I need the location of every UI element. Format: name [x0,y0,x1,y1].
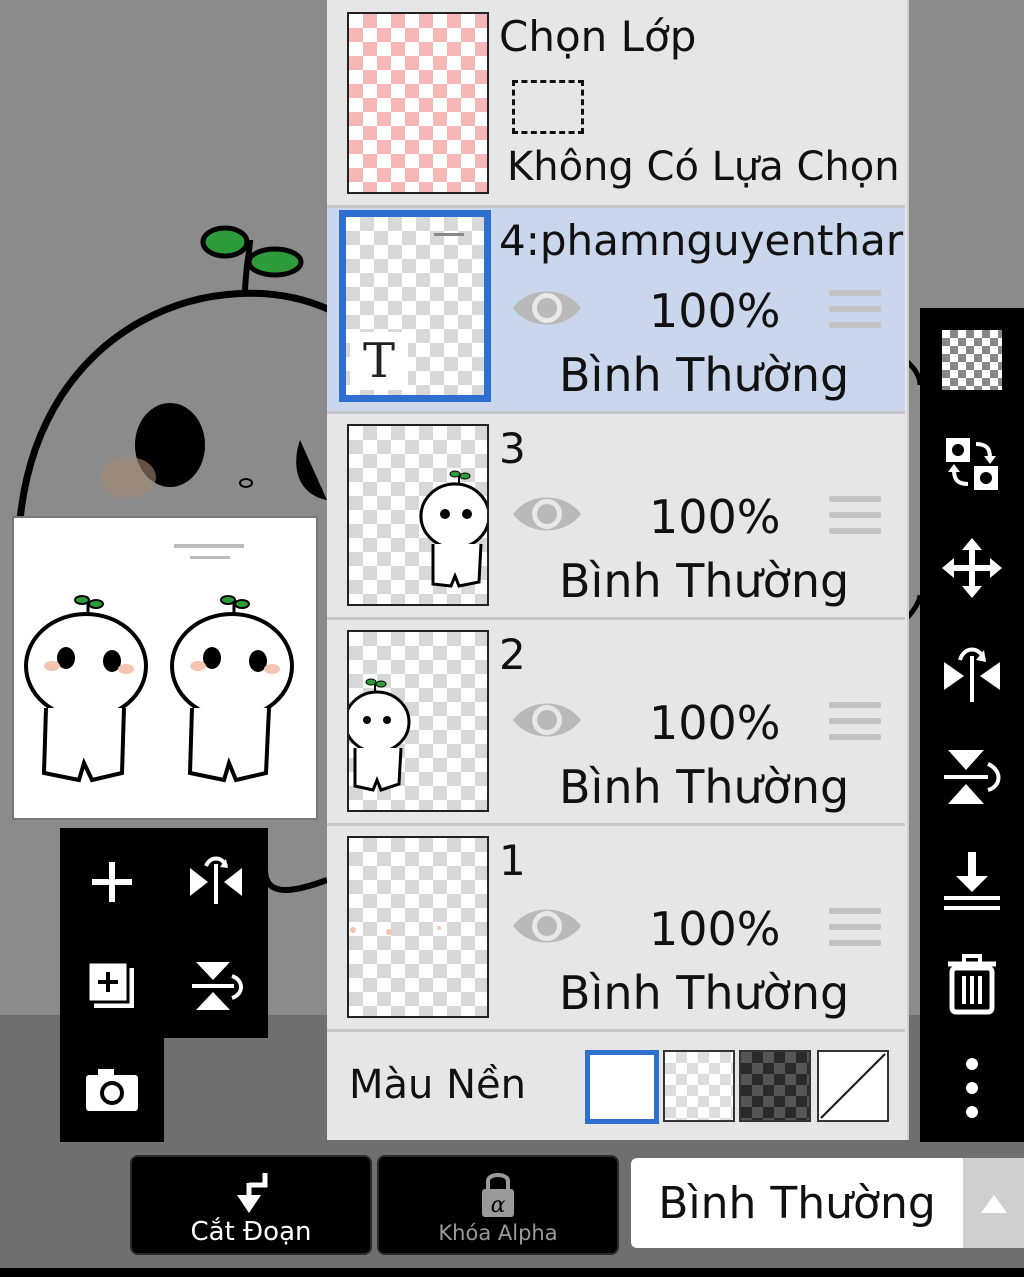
thumbnail-artwork [350,926,441,935]
move-icon [942,538,1002,598]
delete-layer-button[interactable] [934,946,1010,1022]
add-layer-button[interactable] [60,830,164,934]
bg-none-option[interactable] [817,1050,889,1122]
swap-layers-button[interactable] [934,426,1010,502]
visibility-eye-icon[interactable] [511,902,583,950]
canvas-preview [12,516,318,820]
layer-row[interactable]: 1 100% Bình Thường [327,826,905,1032]
text-layer-badge: T [350,332,408,390]
merge-down-button[interactable] [934,842,1010,918]
layer-name: 3 [499,424,526,473]
thumbnail-text-mark [434,233,464,236]
layer-tools-popup-lower [60,1038,164,1142]
layer-toolbar [920,308,1024,1142]
drag-handle-icon[interactable] [829,290,881,330]
flip-horizontal-icon [944,647,1000,702]
swap-layers-icon [946,438,998,490]
layer-blend-mode[interactable]: Bình Thường [559,760,849,814]
layer-opacity[interactable]: 100% [649,696,781,750]
transparency-button[interactable] [934,322,1010,398]
transparency-icon [942,330,1002,390]
thumbnail-artwork [343,678,411,792]
layer-row[interactable]: 3 100% Bình Thường [327,414,905,620]
no-background-icon [820,1053,886,1119]
selection-marquee-icon [512,80,584,134]
chevron-up-icon [980,1195,1007,1213]
add-layer-copy-icon [86,960,134,1008]
preview-artwork [24,544,294,783]
selection-layer-thumbnail [347,12,489,194]
layer-blend-mode[interactable]: Bình Thường [559,348,849,402]
layer-thumbnail: T [339,210,491,402]
drag-handle-icon[interactable] [829,908,881,948]
drag-handle-icon[interactable] [829,496,881,536]
layer-tools-popup [60,828,268,1038]
layer-name: 1 [499,836,526,885]
blend-mode-dropdown-button[interactable] [963,1158,1024,1248]
layer-panel: Chọn Lớp Không Có Lựa Chọn T 4:phamnguye… [327,0,909,1140]
visibility-eye-icon[interactable] [511,490,583,538]
clipping-label: Cắt Đoạn [190,1217,312,1247]
bg-transparent-option[interactable] [663,1050,735,1122]
alpha-lock-button[interactable]: α Khóa Alpha [377,1155,619,1255]
lock-icon: α [482,1173,514,1218]
layer-name: 4:phamnguyenthar [499,216,904,265]
layer-thumbnail [343,630,489,812]
clipping-button[interactable]: Cắt Đoạn [130,1155,372,1255]
blend-mode-select[interactable]: Bình Thường [631,1158,963,1248]
flip-vertical-button[interactable] [164,934,268,1038]
move-button[interactable] [934,530,1010,606]
clip-arrow-icon [237,1173,268,1213]
bg-white-option[interactable] [585,1050,659,1124]
camera-icon [86,1069,138,1111]
more-options-button[interactable] [934,1050,1010,1126]
bg-dark-checker-option[interactable] [739,1050,811,1122]
flip-vertical-button[interactable] [934,738,1010,814]
flip-horizontal-icon [190,856,242,904]
selection-layer-title: Chọn Lớp [499,12,697,61]
alpha-symbol: α [491,1193,506,1218]
merge-down-icon [944,852,1000,910]
thumbnail-artwork [419,470,491,588]
layer-row[interactable]: T 4:phamnguyenthar 100% Bình Thường [327,208,905,414]
layer-blend-mode[interactable]: Bình Thường [559,554,849,608]
selection-layer-row[interactable]: Chọn Lớp Không Có Lựa Chọn [327,0,905,208]
layer-row[interactable]: 2 100% Bình Thường [327,620,905,826]
background-color-row: Màu Nền [327,1032,905,1140]
layer-thumbnail [347,424,491,606]
visibility-eye-icon[interactable] [511,696,583,744]
drag-handle-icon[interactable] [829,702,881,742]
flip-vertical-icon [192,962,243,1010]
more-icon [966,1058,978,1118]
visibility-eye-icon[interactable] [511,284,583,332]
copy-layer-button[interactable] [60,934,164,1038]
layer-opacity[interactable]: 100% [649,490,781,544]
layer-opacity[interactable]: 100% [649,902,781,956]
flip-horizontal-button[interactable] [164,830,268,934]
layer-opacity[interactable]: 100% [649,284,781,338]
flip-horizontal-button[interactable] [934,634,1010,710]
layer-blend-mode[interactable]: Bình Thường [559,966,849,1020]
bottom-strip [0,1268,1024,1277]
flip-vertical-icon [944,750,1001,804]
layer-thumbnail [347,836,489,1018]
trash-icon [948,954,996,1015]
camera-button[interactable] [60,1038,164,1142]
add-layer-icon [92,862,132,902]
layer-name: 2 [499,630,526,679]
selection-status: Không Có Lựa Chọn [507,144,900,190]
alpha-lock-label: Khóa Alpha [438,1221,558,1245]
background-color-label: Màu Nền [349,1062,526,1108]
